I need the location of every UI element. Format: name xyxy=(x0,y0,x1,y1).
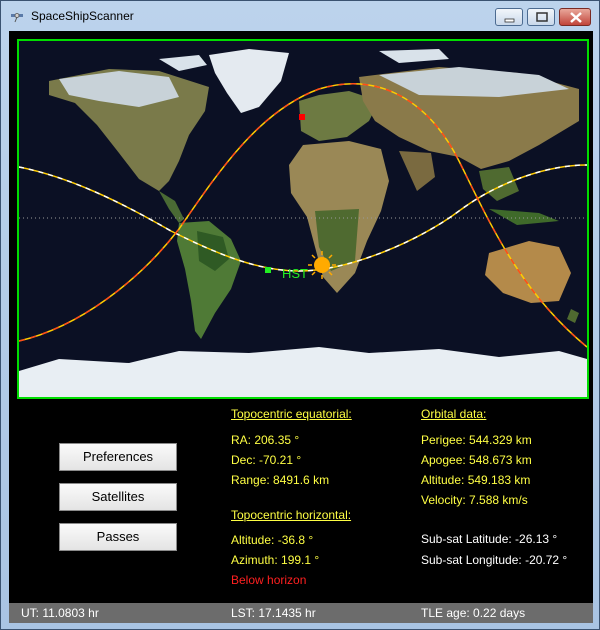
apogee-value: Apogee: 548.673 km xyxy=(421,453,532,467)
velocity-value: Velocity: 7.588 km/s xyxy=(421,493,528,507)
orbital-altitude-value: Altitude: 549.183 km xyxy=(421,473,531,487)
window-title: SpaceShipScanner xyxy=(31,9,134,23)
minimize-button[interactable] xyxy=(495,8,523,26)
preferences-button[interactable]: Preferences xyxy=(59,443,177,471)
altitude-value: Altitude: -36.8 ° xyxy=(231,533,314,547)
satellite-marker xyxy=(265,267,271,273)
tle-age-status: TLE age: 0.22 days xyxy=(421,606,526,620)
maximize-button[interactable] xyxy=(527,8,555,26)
subsat-latitude-value: Sub-sat Latitude: -26.13 ° xyxy=(421,532,558,546)
close-icon xyxy=(570,12,582,23)
range-value: Range: 8491.6 km xyxy=(231,473,330,487)
world-map-canvas xyxy=(19,41,587,397)
maximize-icon xyxy=(536,12,548,22)
passes-button[interactable]: Passes xyxy=(59,523,177,551)
client-area: HST Preferences Satellites Passes Topoce… xyxy=(9,31,593,623)
topocentric-horizontal-header: Topocentric horizontal: xyxy=(231,508,352,522)
status-bar: UT: 11.0803 hr LST: 17.1435 hr TLE age: … xyxy=(9,603,593,623)
ra-value: RA: 206.35 ° xyxy=(231,433,300,447)
perigee-value: Perigee: 544.329 km xyxy=(421,433,532,447)
satellites-button[interactable]: Satellites xyxy=(59,483,177,511)
world-map[interactable]: HST xyxy=(17,39,589,399)
azimuth-value: Azimuth: 199.1 ° xyxy=(231,553,320,567)
title-bar[interactable]: SpaceShipScanner xyxy=(1,1,599,29)
orbital-data-header: Orbital data: xyxy=(421,407,487,421)
satellite-app-icon xyxy=(11,13,23,23)
horizon-status: Below horizon xyxy=(231,573,307,587)
lst-status: LST: 17.1435 hr xyxy=(231,606,316,620)
satellite-label: HST xyxy=(282,266,308,281)
dec-value: Dec: -70.21 ° xyxy=(231,453,302,467)
ut-status: UT: 11.0803 hr xyxy=(21,606,99,620)
minimize-icon xyxy=(504,18,515,23)
topocentric-equatorial-header: Topocentric equatorial: xyxy=(231,407,352,421)
ground-station-marker xyxy=(299,114,305,120)
close-button[interactable] xyxy=(559,8,591,26)
subsat-longitude-value: Sub-sat Longitude: -20.72 ° xyxy=(421,553,568,567)
main-window: SpaceShipScanner HST Preferences Satelli… xyxy=(0,0,600,630)
